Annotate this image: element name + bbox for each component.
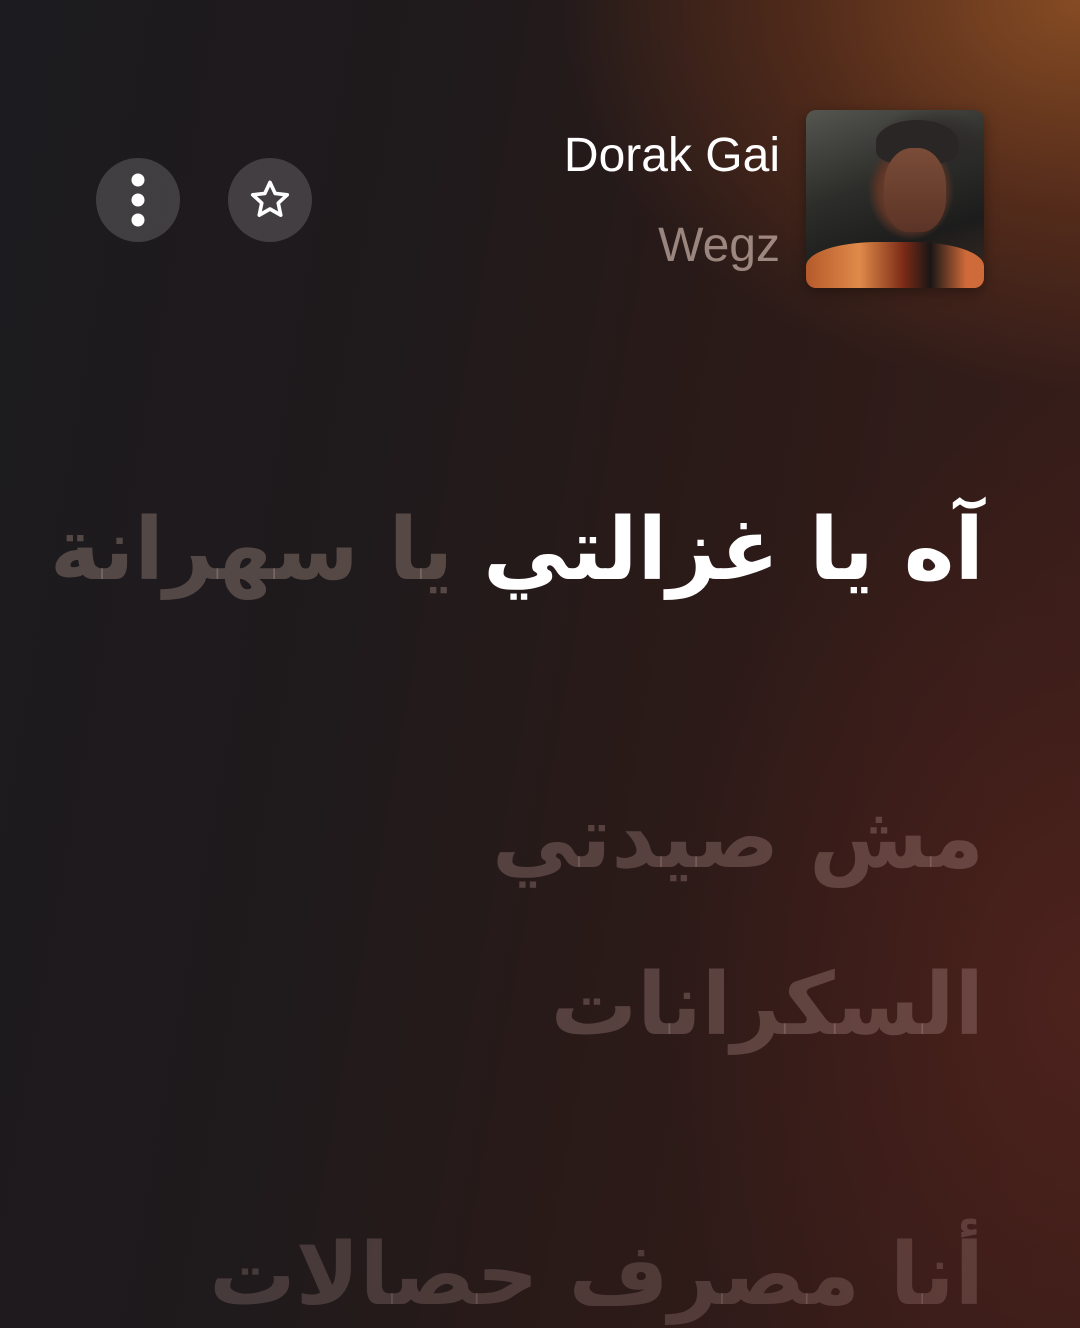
album-artwork[interactable] [806, 110, 984, 288]
lyric-line-current[interactable]: آه يا غزالتي يا سهرانة [50, 490, 984, 610]
lyric-line[interactable]: مش صيدتي [492, 778, 984, 898]
now-playing-header: Dorak Gai Wegz [0, 0, 1080, 320]
artwork-detail [884, 148, 946, 232]
more-options-button[interactable] [96, 158, 180, 242]
lyric-unsung-part: يا سهرانة [49, 500, 454, 600]
more-vertical-icon [128, 172, 148, 228]
artwork-detail [806, 242, 984, 288]
lyric-line[interactable]: السكرانات [551, 945, 984, 1065]
favorite-button[interactable] [228, 158, 312, 242]
lyric-sung-part: آه يا غزالتي [483, 500, 984, 600]
lyric-line[interactable]: أنا مصرف حصالات [209, 1215, 984, 1328]
track-artist[interactable]: Wegz [658, 218, 780, 273]
track-title: Dorak Gai [563, 129, 780, 182]
star-outline-icon [247, 177, 293, 223]
